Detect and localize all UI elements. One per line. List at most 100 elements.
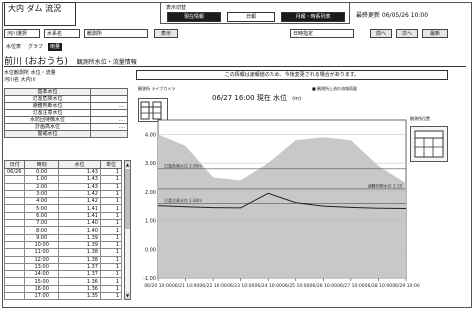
mode-current-button[interactable]: 現在情報	[167, 12, 221, 22]
cell-level: 1.43	[57, 182, 101, 191]
cell-level: 1.39	[57, 240, 101, 250]
system-select[interactable]: 水系名	[44, 29, 80, 38]
cell-time: 4:00	[24, 197, 59, 206]
x-tick-label: 06/29 10:00	[392, 283, 420, 289]
graph-unit: (m)	[292, 96, 302, 102]
x-tick-label: 06/24 10:00	[255, 283, 283, 289]
table-row: 13:00 1.37 1	[3, 262, 123, 272]
cell-level: 1.36	[57, 277, 101, 286]
station-subtitle: 観測所水位・流量情報	[76, 59, 137, 66]
latest-button[interactable]: 最新	[422, 29, 448, 38]
threshold-value: ....	[90, 116, 128, 124]
y-tick-label: 2.00	[145, 190, 156, 196]
x-tick-label: 06/26 10:00	[310, 283, 338, 289]
threshold-row: 計画高水位....	[4, 123, 128, 131]
toolbar: 河川選択 水系名 観測所 表示 日時指定 前へ 次へ 最新	[4, 29, 466, 39]
threshold-row: 氾濫注意水位	[4, 109, 128, 117]
mode-daily-button[interactable]: 日報	[227, 12, 275, 22]
threshold-row: 避難判断水位....	[4, 102, 128, 110]
cell-date	[3, 270, 26, 279]
cell-level: 1.38	[57, 255, 101, 264]
cell-time: 5:00	[24, 204, 59, 213]
water-level-chart: 4.00 3.00 2.00 1.00 0.00 -1.00 氾濫危険水位 2.80m 避難判…	[143, 119, 420, 289]
mode-switch-group: 表示切替 現在情報 日報 月報・時系列表	[160, 2, 350, 24]
notice-banner: この情報は速報値のため、今後変更される場合があります。	[136, 70, 448, 80]
show-button[interactable]: 表示	[154, 29, 178, 38]
x-tick-label: 06/22 10:00	[199, 283, 227, 289]
table-row: 06/26 0:00 1.43 1	[3, 167, 123, 177]
tab-table[interactable]: 水位表	[4, 43, 23, 51]
cell-date	[3, 189, 26, 199]
cell-date	[3, 240, 26, 250]
river-select[interactable]: 河川選択	[4, 29, 40, 38]
table-row: 1:00 1.43 1	[3, 175, 123, 184]
cell-time: 3:00	[24, 189, 59, 199]
threshold-label: 警戒水位	[4, 130, 91, 138]
mode-monthly-button[interactable]: 月報・時系列表	[281, 12, 345, 22]
next-button[interactable]: 次へ	[396, 29, 418, 38]
info-head-2: 河川名 大内川	[4, 77, 36, 83]
cell-mark: 1	[99, 284, 123, 294]
cell-time: 11:00	[24, 248, 59, 257]
threshold-row: 氾濫危険水位	[4, 95, 128, 103]
scroll-thumb[interactable]	[125, 169, 130, 229]
y-tick-label: 4.00	[145, 132, 156, 138]
cell-level: 1.37	[57, 262, 101, 272]
cell-date: 06/26	[3, 167, 26, 177]
table-row: 12:00 1.38 1	[3, 255, 123, 264]
cell-mark: 1	[99, 219, 123, 228]
cell-mark: 1	[99, 262, 123, 272]
last-update-time: 最終更新 06/05/26 10:00	[356, 12, 429, 19]
threshold-value: ....	[90, 102, 128, 110]
station-select[interactable]: 観測所	[84, 29, 148, 38]
prev-button[interactable]: 前へ	[370, 29, 392, 38]
cell-date	[3, 204, 26, 213]
cell-date	[3, 292, 26, 301]
graph-note: ■ 観測所上流の流域雨量	[312, 86, 358, 91]
location-map-icon[interactable]	[410, 126, 448, 162]
cell-mark: 1	[99, 292, 123, 301]
threshold-value	[90, 88, 128, 96]
y-tick-label: 3.00	[145, 161, 156, 167]
cell-mark: 1	[99, 233, 123, 242]
cell-time: 10:00	[24, 240, 59, 250]
threshold-row: 基準水位	[4, 88, 128, 96]
cell-date	[3, 277, 26, 286]
cell-time: 15:00	[24, 277, 59, 286]
cell-time: 0:00	[24, 167, 59, 177]
cell-mark: 1	[99, 175, 123, 184]
scroll-down-arrow-icon[interactable]: ▼	[125, 292, 130, 299]
location-label: 観測所位置	[410, 116, 430, 121]
threshold-value	[90, 109, 128, 117]
table-row: 10:00 1.39 1	[3, 240, 123, 250]
info-head-1: 水位観測所 水位・流量	[4, 70, 56, 76]
cell-level: 1.38	[57, 248, 101, 257]
x-tick-label: 06/23 10:00	[227, 283, 255, 289]
cell-date	[3, 226, 26, 235]
table-row: 11:00 1.38 1	[3, 248, 123, 257]
datetime-select[interactable]: 日時指定	[290, 29, 354, 38]
threshold-label: 避難判断水位 2.10	[368, 182, 403, 188]
table-row: 8:00 1.40 1	[3, 226, 123, 235]
table-row: 6:00 1.41 1	[3, 211, 123, 221]
threshold-label: 氾濫注意水位	[4, 109, 91, 117]
table-row: 2:00 1.43 1	[3, 182, 123, 191]
scroll-up-arrow-icon[interactable]: ▲	[125, 161, 130, 168]
cell-mark: 1	[99, 277, 123, 286]
threshold-value	[90, 95, 128, 103]
tab-graph[interactable]: グラフ	[26, 43, 45, 51]
threshold-label: 計画高水位	[4, 123, 91, 131]
tab-rain[interactable]: 雨量	[48, 43, 63, 51]
cell-time: 7:00	[24, 219, 59, 228]
y-tick-label: 0.00	[145, 247, 156, 253]
cell-level: 1.35	[57, 292, 101, 301]
table-row: 16:00 1.36 1	[3, 284, 123, 294]
col-header-date: 日付	[3, 160, 26, 169]
col-header-time: 時刻	[24, 160, 59, 169]
cell-level: 1.41	[57, 211, 101, 221]
threshold-row: 水防団待機水位....	[4, 116, 128, 124]
table-scrollbar[interactable]: ▲ ▼	[124, 160, 131, 300]
cell-time: 8:00	[24, 226, 59, 235]
cell-mark: 1	[99, 167, 123, 177]
threshold-row: 警戒水位	[4, 130, 128, 138]
